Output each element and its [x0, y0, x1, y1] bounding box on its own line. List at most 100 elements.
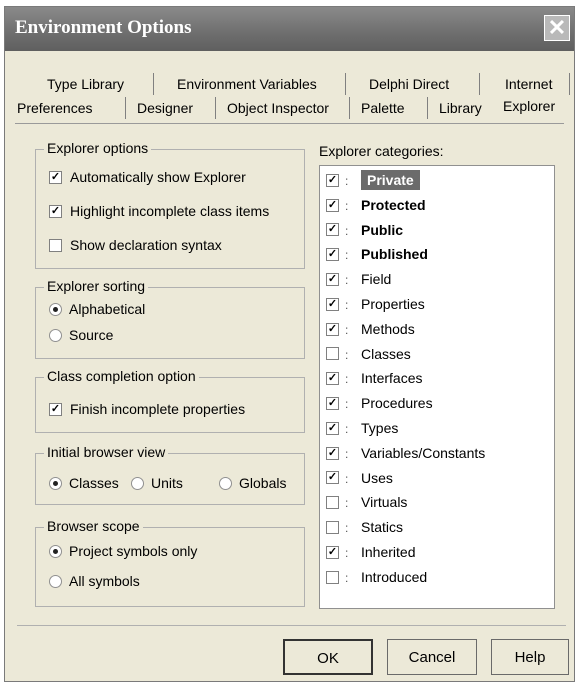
cancel-button[interactable]: Cancel — [387, 639, 477, 675]
sort-source-radio[interactable]: Source — [49, 325, 113, 345]
member-icon: : — [345, 570, 349, 585]
close-icon[interactable]: ✕ — [544, 15, 570, 41]
browser-scope-group: Browser scope — [35, 518, 305, 607]
tab-internet[interactable]: Internet — [505, 73, 552, 95]
checkbox-icon[interactable] — [326, 520, 339, 534]
tab-designer[interactable]: Designer — [137, 97, 193, 119]
categories-listbox[interactable]: ✓: Private ✓: Protected ✓: Public ✓: Published ✓… — [319, 165, 555, 609]
finish-incomplete-properties-checkbox[interactable]: ✓ Finish incomplete properties — [49, 399, 245, 419]
view-globals-radio[interactable]: Globals — [219, 473, 286, 493]
group-label: Initial browser view — [44, 444, 169, 460]
member-icon: : — [345, 248, 349, 263]
tab-preferences[interactable]: Preferences — [17, 97, 92, 119]
category-label: Statics — [361, 519, 404, 536]
show-declaration-syntax-checkbox[interactable]: Show declaration syntax — [49, 235, 222, 255]
category-item[interactable]: ✓: Field — [320, 267, 554, 292]
explorer-sorting-group: Explorer sorting — [35, 278, 305, 359]
member-icon: : — [345, 496, 349, 511]
checkbox-icon[interactable]: ✓ — [326, 173, 339, 187]
tab-environment-variables[interactable]: Environment Variables — [177, 73, 317, 95]
member-icon: : — [345, 174, 349, 188]
tab-delphi-direct[interactable]: Delphi Direct — [369, 73, 449, 95]
member-icon: : — [345, 397, 349, 412]
category-label: Procedures — [361, 395, 433, 412]
group-label: Explorer options — [44, 140, 152, 156]
help-button[interactable]: Help — [491, 639, 569, 675]
checkbox-label: Highlight incomplete class items — [70, 203, 270, 219]
tab-type-library[interactable]: Type Library — [47, 73, 124, 95]
member-icon: : — [345, 446, 349, 461]
view-units-radio[interactable]: Units — [131, 473, 183, 493]
member-icon: : — [345, 322, 349, 337]
category-item[interactable]: ✓: Public — [320, 218, 554, 243]
window-title: Environment Options — [15, 17, 192, 38]
checkbox-icon[interactable]: ✓ — [326, 198, 339, 212]
checkbox-label: Show declaration syntax — [70, 237, 222, 253]
tab-object-inspector[interactable]: Object Inspector — [227, 97, 329, 119]
tab-palette[interactable]: Palette — [361, 97, 405, 119]
member-icon: : — [345, 347, 349, 362]
category-item[interactable]: ✓: Uses — [320, 466, 554, 491]
checkbox-icon[interactable]: ✓ — [326, 372, 339, 386]
radio-label: Project symbols only — [69, 543, 198, 559]
member-icon: : — [345, 298, 349, 312]
radio-icon — [49, 476, 62, 490]
tab-library[interactable]: Library — [439, 97, 482, 119]
tab-divider — [215, 97, 216, 119]
category-item[interactable]: : Classes — [320, 342, 554, 367]
radio-label: All symbols — [69, 573, 140, 589]
category-item[interactable]: ✓: Procedures — [320, 391, 554, 416]
categories-label: Explorer categories: — [319, 143, 444, 159]
category-item[interactable]: ✓: Methods — [320, 317, 554, 342]
environment-options-dialog: Environment Options ✕ Type Library Envir… — [4, 6, 575, 682]
checkbox-icon[interactable]: ✓ — [326, 297, 339, 311]
category-item[interactable]: ✓: Inherited — [320, 540, 554, 565]
checkbox-icon[interactable] — [326, 347, 339, 361]
checkbox-icon[interactable]: ✓ — [326, 471, 339, 485]
radio-label: Alphabetical — [69, 301, 146, 317]
radio-label: Globals — [239, 475, 287, 491]
checkbox-icon[interactable]: ✓ — [326, 396, 339, 410]
radio-label: Source — [69, 327, 114, 343]
checkbox-icon[interactable] — [326, 570, 339, 584]
group-label: Browser scope — [44, 518, 143, 534]
category-label: Private — [361, 170, 420, 190]
view-classes-radio[interactable]: Classes — [49, 473, 119, 493]
ok-button[interactable]: OK — [283, 639, 373, 675]
category-item[interactable]: : Virtuals — [320, 490, 554, 515]
checkbox-icon[interactable]: ✓ — [326, 322, 339, 336]
category-item[interactable]: ✓: Interfaces — [320, 366, 554, 391]
radio-icon — [49, 328, 62, 342]
auto-show-explorer-checkbox[interactable]: ✓ Automatically show Explorer — [49, 167, 246, 187]
category-label: Published — [361, 246, 428, 263]
checkbox-icon[interactable]: ✓ — [326, 223, 339, 237]
scope-all-symbols-radio[interactable]: All symbols — [49, 571, 140, 591]
category-label: Properties — [361, 296, 425, 312]
category-label: Classes — [361, 345, 411, 362]
radio-icon — [49, 302, 62, 316]
tab-explorer[interactable]: Explorer — [503, 95, 555, 117]
category-item[interactable]: ✓: Private — [320, 168, 554, 193]
category-item[interactable]: : Introduced — [320, 565, 554, 590]
highlight-incomplete-checkbox[interactable]: ✓ Highlight incomplete class items — [49, 201, 269, 221]
category-item[interactable]: ✓: Properties — [320, 292, 554, 317]
category-label: Field — [361, 271, 392, 288]
radio-label: Classes — [69, 475, 119, 491]
member-icon: : — [345, 422, 349, 436]
checkbox-icon[interactable]: ✓ — [326, 248, 339, 262]
category-item[interactable]: ✓: Types — [320, 416, 554, 441]
category-item[interactable]: ✓: Variables/Constants — [320, 441, 554, 466]
category-item[interactable]: ✓: Published — [320, 242, 554, 267]
checkbox-icon[interactable]: ✓ — [326, 545, 339, 559]
title-bar[interactable]: Environment Options ✕ — [5, 7, 574, 51]
member-icon: : — [345, 471, 349, 486]
sort-alphabetical-radio[interactable]: Alphabetical — [49, 299, 145, 319]
checkbox-icon[interactable] — [326, 496, 339, 510]
category-item[interactable]: : Statics — [320, 515, 554, 540]
category-item[interactable]: ✓: Protected — [320, 193, 554, 218]
checkbox-icon[interactable]: ✓ — [326, 272, 339, 286]
checkbox-label: Automatically show Explorer — [70, 169, 246, 185]
scope-project-symbols-radio[interactable]: Project symbols only — [49, 541, 197, 561]
checkbox-icon[interactable]: ✓ — [326, 446, 339, 460]
checkbox-icon[interactable]: ✓ — [326, 421, 339, 435]
